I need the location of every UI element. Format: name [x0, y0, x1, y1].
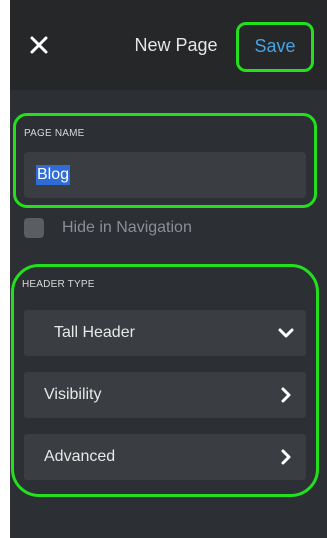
page-name-label: PAGE NAME	[24, 128, 85, 139]
page-name-value: Blog	[36, 165, 71, 185]
chevron-right-icon	[281, 449, 291, 465]
page-title: New Page	[134, 35, 218, 55]
page-settings-panel: New Page Save PAGE NAME Blog Hide in Nav…	[10, 0, 327, 538]
save-button[interactable]: Save	[242, 35, 308, 57]
close-icon	[30, 36, 48, 54]
page-name-input[interactable]: Blog	[24, 152, 306, 198]
hide-in-navigation-label: Hide in Navigation	[62, 219, 192, 236]
header-type-select[interactable]: Tall Header	[24, 310, 306, 356]
chevron-down-icon	[278, 328, 294, 338]
close-button[interactable]	[28, 34, 50, 56]
visibility-label: Visibility	[44, 386, 102, 403]
hide-in-navigation-row[interactable]: Hide in Navigation	[24, 216, 192, 240]
hide-in-navigation-checkbox[interactable]	[24, 218, 44, 238]
advanced-row[interactable]: Advanced	[24, 434, 306, 480]
visibility-row[interactable]: Visibility	[24, 372, 306, 418]
header-type-selected-value: Tall Header	[54, 324, 135, 341]
advanced-label: Advanced	[44, 448, 116, 465]
chevron-right-icon	[281, 387, 291, 403]
header-type-label: HEADER TYPE	[22, 279, 95, 290]
panel-header: New Page Save	[10, 0, 327, 90]
